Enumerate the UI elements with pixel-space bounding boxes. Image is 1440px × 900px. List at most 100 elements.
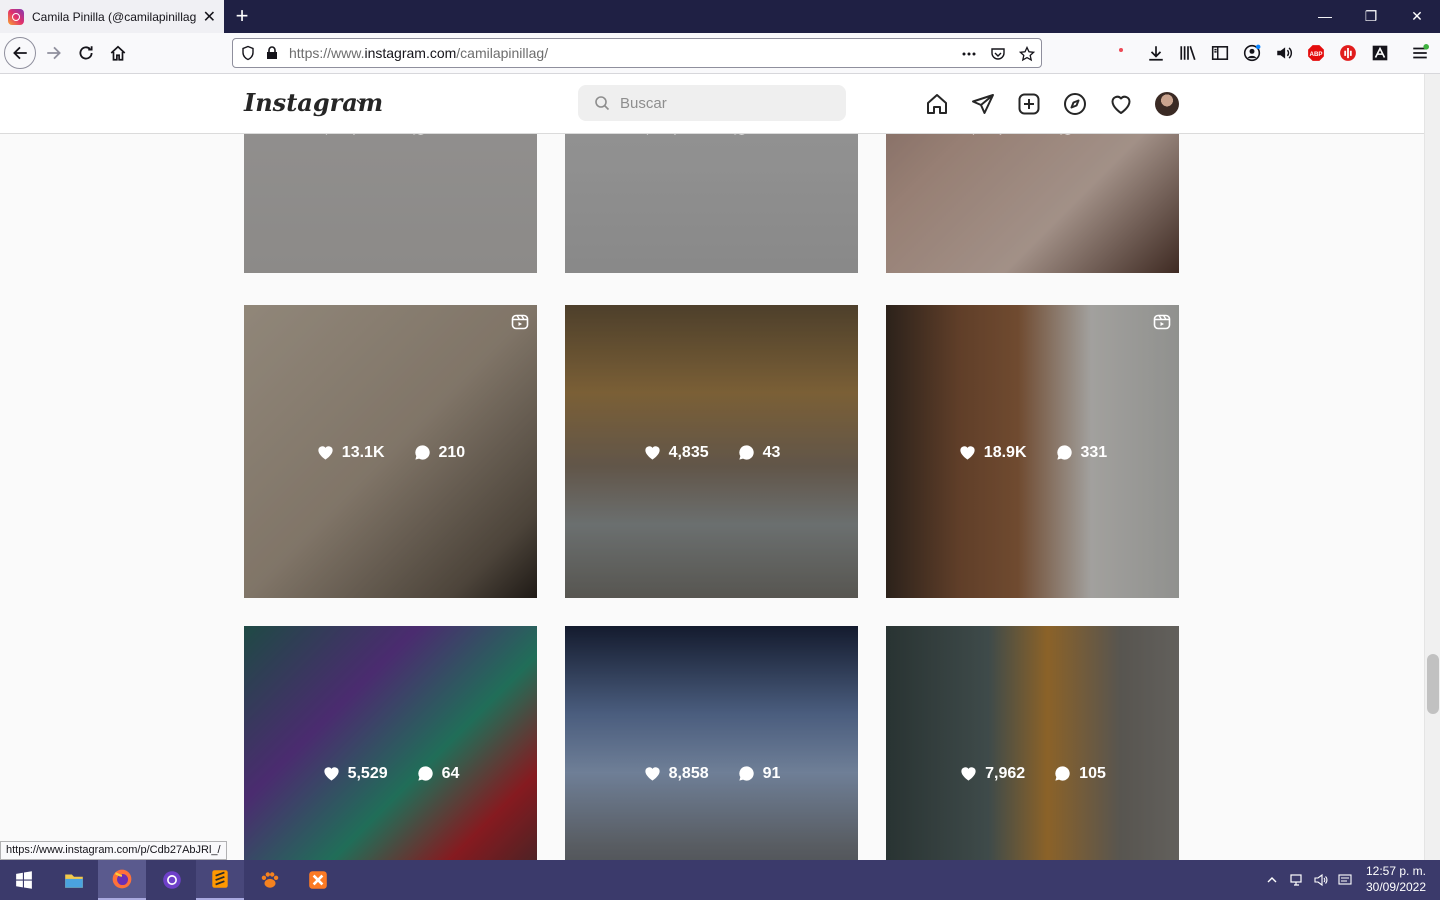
post-tile[interactable]: 13.1K 210 xyxy=(244,305,537,598)
browser-navigation-bar: https://www.instagram.com/camilapinillag… xyxy=(0,33,1440,74)
tab-close-icon[interactable]: ✕ xyxy=(203,7,216,27)
pocket-icon[interactable] xyxy=(989,45,1007,63)
github-desktop-icon[interactable] xyxy=(148,860,196,900)
likes-stat: 18.9K xyxy=(958,443,1027,462)
sidebar-icon[interactable] xyxy=(1210,43,1230,63)
browser-tab-strip: Camila Pinilla (@camilapinillag ✕ + — ❐ … xyxy=(0,0,1440,33)
search-box[interactable] xyxy=(578,85,846,121)
post-stats: 13.1K 210 xyxy=(244,443,537,462)
post-tile[interactable]: 18.9K 331 xyxy=(886,305,1179,598)
comments-count: 105 xyxy=(1079,764,1106,782)
comment-bubble-icon xyxy=(413,443,432,462)
post-tile[interactable]: 4,835 43 xyxy=(565,305,858,598)
likes-stat: 7,962 xyxy=(959,764,1025,783)
instagram-header: Instagram xyxy=(0,74,1424,134)
notification-dot xyxy=(1119,48,1123,52)
network-icon[interactable] xyxy=(1286,860,1308,900)
page-actions-menu-icon[interactable] xyxy=(960,45,978,63)
nav-explore-compass-icon[interactable] xyxy=(1063,92,1089,118)
likes-stat: 13.1K xyxy=(316,443,385,462)
volume-icon[interactable] xyxy=(1310,860,1332,900)
post-tile[interactable]: 7,962 105 xyxy=(886,626,1179,860)
post-tile[interactable]: 8,858 91 xyxy=(565,626,858,860)
heart-icon xyxy=(958,443,977,462)
url-text[interactable]: https://www.instagram.com/camilapinillag… xyxy=(289,45,548,61)
new-tab-plus-icon[interactable]: + xyxy=(230,3,254,29)
comments-count: 210 xyxy=(438,443,466,461)
comment-bubble-icon xyxy=(737,764,756,783)
instagram-favicon-icon xyxy=(8,8,24,25)
nav-new-post-icon[interactable] xyxy=(1017,92,1043,118)
reel-icon xyxy=(511,313,529,331)
heart-icon xyxy=(316,443,335,462)
post-stats: 4,835 43 xyxy=(565,443,858,462)
firefox-taskbar-icon[interactable] xyxy=(98,860,146,900)
ublock-shield-icon[interactable] xyxy=(1338,43,1358,63)
likes-count: 7,962 xyxy=(985,764,1026,782)
likes-count: 5,529 xyxy=(347,764,388,782)
likes-count: 8,858 xyxy=(668,764,709,782)
likes-stat: 5,529 xyxy=(322,764,388,783)
clock-time: 12:57 p. m. xyxy=(1365,864,1427,878)
bookmark-star-icon[interactable] xyxy=(1018,45,1036,63)
profile-avatar[interactable] xyxy=(1155,92,1179,116)
tab-title: Camila Pinilla (@camilapinillag xyxy=(32,9,197,24)
forward-arrow-icon[interactable] xyxy=(38,37,70,69)
post-stats: 5,529 64 xyxy=(244,764,537,783)
sublime-text-icon[interactable] xyxy=(196,860,244,900)
post-stats: 7,962 105 xyxy=(886,764,1179,783)
comment-bubble-icon xyxy=(416,764,435,783)
adblock-plus-icon[interactable]: ABP xyxy=(1306,43,1326,63)
comments-count: 91 xyxy=(762,764,781,782)
clock-date: 30/09/2022 xyxy=(1365,880,1427,894)
speaker-icon[interactable] xyxy=(1274,43,1294,63)
chevron-down-icon[interactable] xyxy=(355,96,367,108)
post-stats: 8,858 91 xyxy=(565,764,858,783)
comments-stat: 64 xyxy=(416,764,459,783)
likes-count: 13.1K xyxy=(341,443,385,461)
ime-keyboard-icon[interactable] xyxy=(1334,860,1356,900)
likes-stat: 8,858 xyxy=(643,764,709,783)
restore-icon[interactable]: ❐ xyxy=(1348,0,1394,33)
address-bar[interactable]: https://www.instagram.com/camilapinillag… xyxy=(232,38,1042,68)
page-scrollbar[interactable] xyxy=(1424,74,1440,860)
minimize-icon[interactable]: — xyxy=(1302,0,1348,33)
heart-icon xyxy=(643,764,662,783)
app-menu-hamburger-icon[interactable] xyxy=(1410,43,1430,63)
comments-stat: 91 xyxy=(737,764,781,783)
paw-app-icon[interactable] xyxy=(246,860,294,900)
xampp-icon[interactable] xyxy=(294,860,342,900)
nav-direct-message-icon[interactable] xyxy=(971,92,997,118)
account-icon[interactable] xyxy=(1242,43,1262,63)
library-icon[interactable] xyxy=(1178,43,1198,63)
browser-tab-active[interactable]: Camila Pinilla (@camilapinillag ✕ xyxy=(0,0,224,33)
comments-stat: 210 xyxy=(413,443,466,462)
reload-icon[interactable] xyxy=(70,37,102,69)
downloads-icon[interactable] xyxy=(1146,43,1166,63)
comments-stat: 43 xyxy=(737,443,780,462)
system-clock[interactable]: 12:57 p. m. 30/09/2022 xyxy=(1360,863,1432,895)
window-close-icon[interactable]: ✕ xyxy=(1394,0,1440,33)
home-icon[interactable] xyxy=(102,37,134,69)
heart-icon xyxy=(643,443,662,462)
likes-count: 4,835 xyxy=(668,443,709,461)
nav-home-icon[interactable] xyxy=(925,92,951,118)
reel-icon xyxy=(1153,313,1171,331)
tracking-shield-icon[interactable] xyxy=(239,44,257,62)
comments-stat: 331 xyxy=(1055,443,1107,462)
post-tile[interactable]: 5,529 64 xyxy=(244,626,537,860)
hover-overlay xyxy=(565,626,858,860)
back-arrow-icon[interactable] xyxy=(4,37,36,69)
windows-start-icon[interactable] xyxy=(0,860,48,900)
nav-activity-heart-icon[interactable] xyxy=(1109,92,1135,118)
file-explorer-icon[interactable] xyxy=(50,860,98,900)
profile-posts-grid: 8,3471255,0961422,9736413.1K2104,8354318… xyxy=(0,74,1424,860)
comment-bubble-icon xyxy=(1053,764,1072,783)
comment-bubble-icon xyxy=(737,443,756,462)
hover-overlay xyxy=(244,626,537,860)
extension-icon[interactable] xyxy=(1370,43,1390,63)
search-input[interactable] xyxy=(620,94,840,112)
scrollbar-thumb[interactable] xyxy=(1427,654,1439,714)
tray-chevron-up-icon[interactable] xyxy=(1262,860,1282,900)
lock-icon[interactable] xyxy=(263,44,281,62)
